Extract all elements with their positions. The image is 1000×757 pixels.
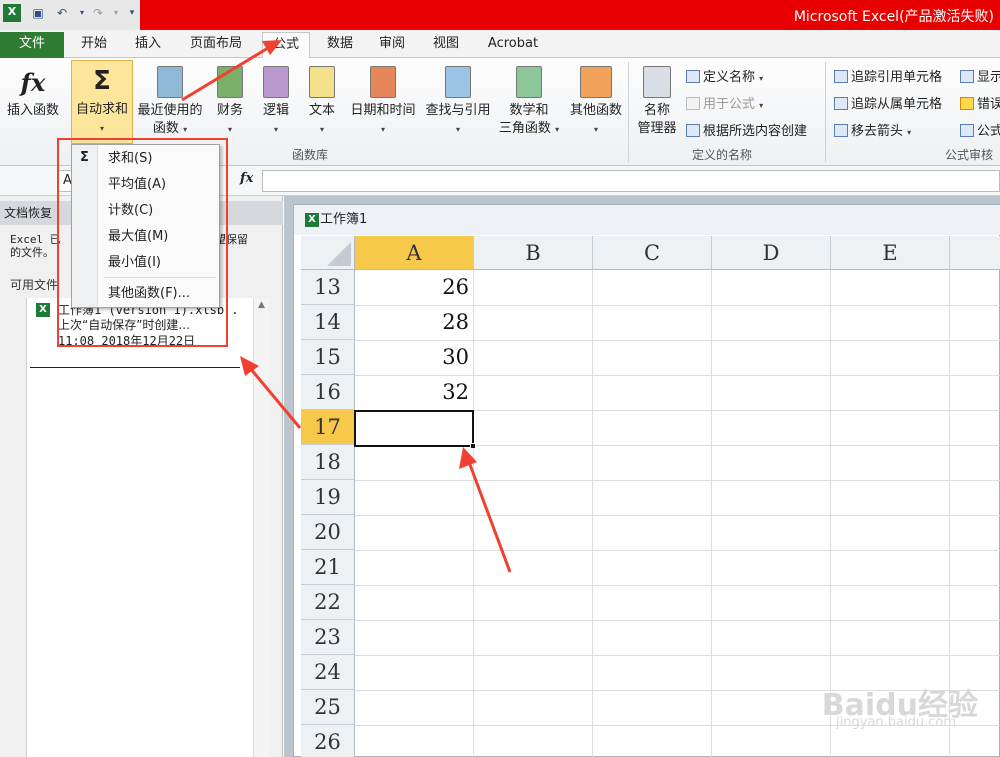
annotation-arrows: [181, 40, 512, 573]
arrow-head: [240, 356, 259, 376]
arrow-to-formulas-tab: [181, 46, 269, 102]
arrow-head: [262, 40, 282, 55]
watermark-url: jingyan.baidu.com: [836, 715, 956, 730]
arrow-to-recovery-file: [248, 367, 302, 429]
arrow-to-active-cell: [467, 461, 512, 573]
arrow-head: [459, 447, 477, 469]
